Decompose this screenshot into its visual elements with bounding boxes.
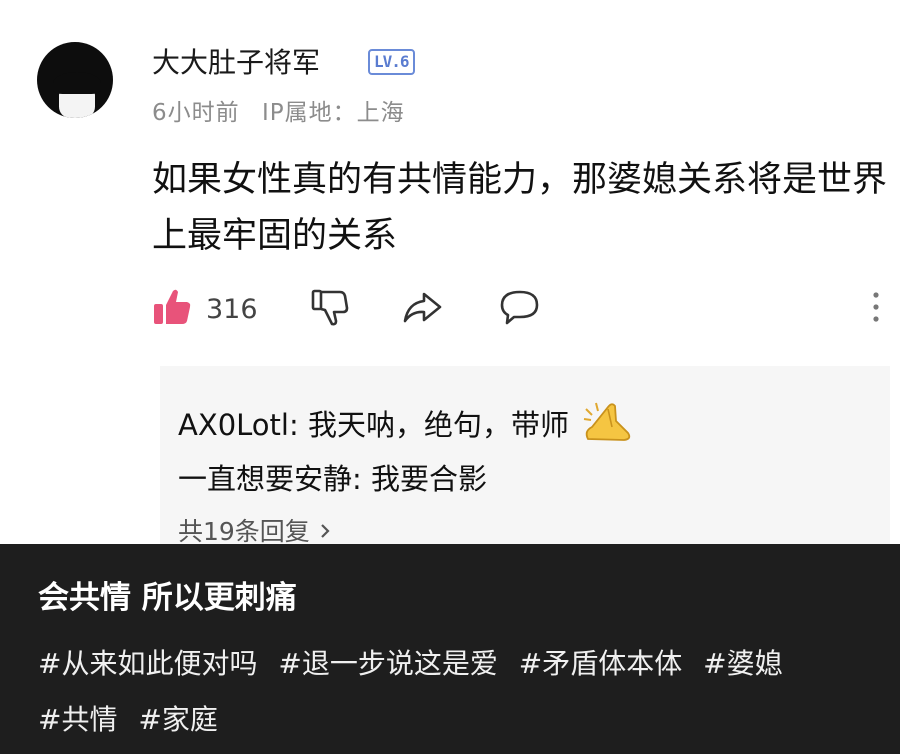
more-options-button[interactable] bbox=[870, 290, 882, 330]
thumbs-down-icon bbox=[310, 286, 350, 332]
reply-item[interactable]: 一直想要安静: 我要合影 bbox=[178, 456, 487, 498]
more-replies-label: 共19条回复 bbox=[178, 517, 310, 546]
avatar-hair bbox=[53, 72, 101, 94]
username[interactable]: 大大肚子将军 bbox=[152, 41, 320, 81]
more-vertical-icon bbox=[870, 290, 882, 330]
reply-item[interactable]: AX0Lotl: 我天呐，绝句，带师 bbox=[178, 399, 636, 450]
thumbs-up-icon bbox=[152, 286, 192, 332]
view-more-replies-link[interactable]: 共19条回复 bbox=[178, 512, 332, 548]
like-count: 316 bbox=[206, 293, 258, 325]
comment-actions: 316 bbox=[148, 286, 900, 334]
dislike-button[interactable] bbox=[310, 286, 350, 332]
avatar[interactable] bbox=[37, 42, 113, 118]
comment-screenshot: 大大肚子将军 LV.6 6小时前 IP属地：上海 如果女性真的有共情能力，那婆媳… bbox=[0, 0, 900, 546]
folded-hand-emoji-icon bbox=[582, 399, 636, 450]
post-caption: 会共情 所以更刺痛 #从来如此便对吗 #退一步说这是爱 #矛盾体本体 #婆媳 #… bbox=[0, 544, 900, 754]
reply-author[interactable]: 一直想要安静 bbox=[178, 462, 352, 496]
reply-button[interactable] bbox=[498, 286, 542, 332]
share-icon bbox=[400, 286, 444, 332]
hashtag[interactable]: #退一步说这是爱 bbox=[278, 647, 497, 680]
comment-meta: 6小时前 IP属地：上海 bbox=[152, 93, 419, 127]
reply-text: 我要合影 bbox=[371, 462, 488, 496]
like-button[interactable]: 316 bbox=[152, 286, 258, 332]
hashtag[interactable]: #家庭 bbox=[138, 703, 217, 736]
level-badge: LV.6 bbox=[368, 49, 415, 75]
reply-text: 我天呐，绝句，带师 bbox=[307, 408, 569, 442]
hashtag[interactable]: #从来如此便对吗 bbox=[38, 647, 257, 680]
reply-colon: : bbox=[352, 462, 372, 496]
chevron-right-icon bbox=[318, 517, 332, 546]
reply-author[interactable]: AX0Lotl bbox=[178, 408, 289, 442]
hashtag[interactable]: #婆媳 bbox=[703, 647, 782, 680]
hashtag[interactable]: #共情 bbox=[38, 703, 117, 736]
hashtag[interactable]: #矛盾体本体 bbox=[519, 647, 682, 680]
caption-title: 会共情 所以更刺痛 bbox=[38, 580, 297, 616]
ip-location: IP属地：上海 bbox=[261, 100, 405, 126]
comment-icon bbox=[498, 286, 542, 332]
hashtag-list: #从来如此便对吗 #退一步说这是爱 #矛盾体本体 #婆媳 #共情 #家庭 bbox=[38, 636, 868, 748]
comment-text: 如果女性真的有共情能力，那婆媳关系将是世界上最牢固的关系 bbox=[152, 160, 888, 256]
reply-panel[interactable]: AX0Lotl: 我天呐，绝句，带师 一直想要安静: 我要合影 共19条回复 bbox=[160, 366, 890, 546]
reply-colon: : bbox=[288, 408, 308, 442]
time-ago: 6小时前 bbox=[152, 100, 240, 126]
share-button[interactable] bbox=[400, 286, 444, 332]
